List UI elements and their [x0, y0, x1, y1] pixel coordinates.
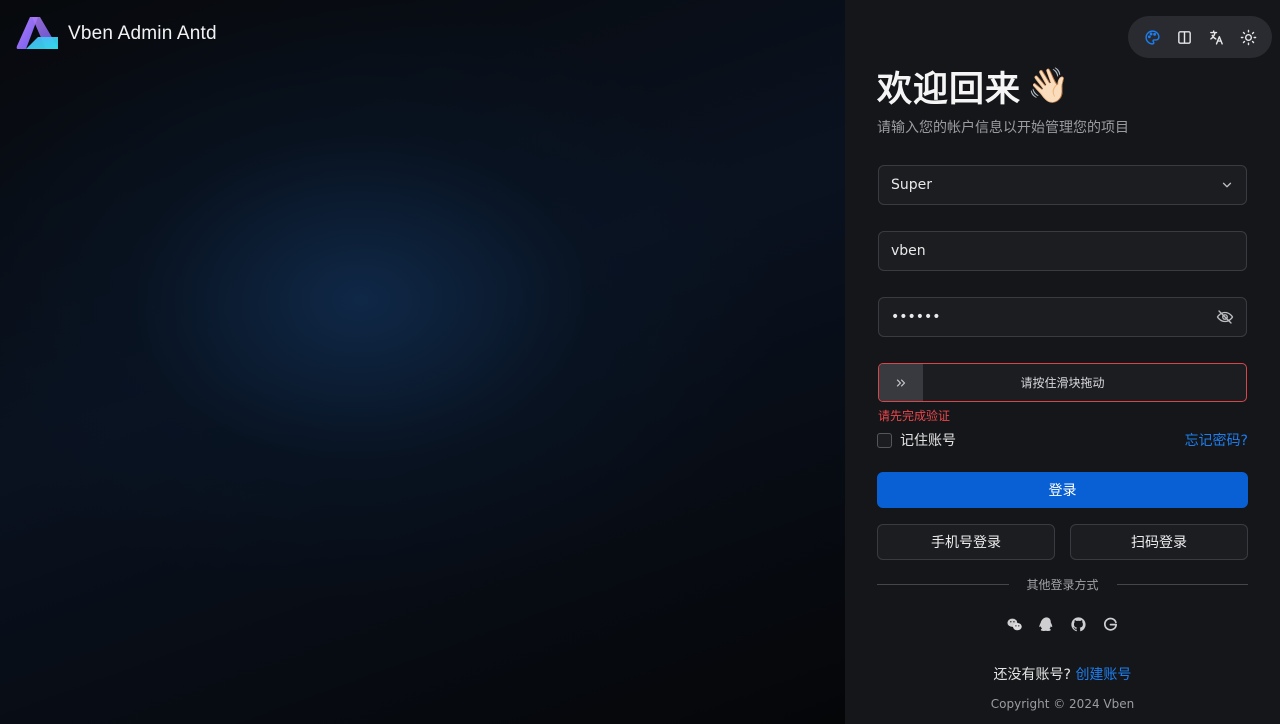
no-account-text: 还没有账号? — [993, 667, 1071, 683]
google-icon — [1104, 617, 1118, 631]
slider-hint: 请按住滑块拖动 — [1020, 376, 1105, 390]
other-methods-divider: 其他登录方式 — [877, 576, 1249, 592]
page-title: 欢迎回来 — [877, 69, 1022, 109]
copyright: Copyright © 2024 Vben — [990, 697, 1135, 711]
qrcode-login-button[interactable]: 扫码登录 — [1070, 524, 1248, 560]
password-input[interactable]: •••••• — [878, 297, 1247, 337]
title-row: 欢迎回来 👋🏻 — [877, 64, 1248, 109]
palette-icon — [1144, 29, 1160, 45]
create-account-link[interactable]: 创建账号 — [1075, 667, 1131, 683]
account-select-value: Super — [891, 177, 933, 193]
username-input[interactable]: vben — [878, 231, 1247, 271]
account-select[interactable]: Super — [878, 165, 1247, 205]
other-methods-label: 其他登录方式 — [1026, 577, 1099, 592]
checkbox-box[interactable] — [877, 432, 892, 448]
remember-checkbox[interactable]: 记住账号 — [877, 430, 956, 450]
password-value: •••••• — [891, 309, 941, 325]
eye-off-icon[interactable] — [1216, 308, 1234, 326]
brand[interactable]: Vben Admin Antd — [16, 16, 217, 52]
page-subtitle: 请输入您的帐户信息以开始管理您的项目 — [877, 120, 1129, 136]
username-value: vben — [891, 243, 926, 259]
qq-login-button[interactable] — [1038, 615, 1056, 633]
social-login-row — [877, 614, 1248, 634]
theme-mode-button[interactable] — [1234, 23, 1262, 51]
double-chevron-right-icon — [896, 379, 906, 386]
google-login-button[interactable] — [1102, 615, 1120, 633]
layout-icon — [1177, 30, 1191, 44]
chevron-down-icon — [1222, 182, 1232, 188]
wechat-icon — [1007, 618, 1022, 630]
captcha-error: 请先完成验证 — [878, 409, 951, 423]
divider-line-right — [1116, 583, 1249, 585]
background-panel: Vben Admin Antd — [0, 0, 845, 724]
slider-handle[interactable] — [879, 364, 923, 401]
divider-line-left — [877, 583, 1009, 585]
theme-color-button[interactable] — [1138, 23, 1166, 51]
layout-toggle-button[interactable] — [1170, 23, 1198, 51]
sun-icon — [1240, 29, 1256, 45]
translate-icon — [1209, 29, 1223, 45]
github-icon — [1071, 616, 1086, 631]
toolbar — [1128, 16, 1272, 58]
wave-emoji-icon: 👋🏻 — [1027, 66, 1070, 106]
login-button[interactable]: 登录 — [877, 472, 1248, 508]
qq-icon — [1039, 616, 1053, 631]
forgot-password-link[interactable]: 忘记密码? — [1185, 430, 1248, 450]
brand-name: Vben Admin Antd — [68, 23, 217, 44]
wechat-login-button[interactable] — [1006, 615, 1024, 633]
github-login-button[interactable] — [1070, 615, 1088, 633]
phone-login-button[interactable]: 手机号登录 — [877, 524, 1055, 560]
remember-row: 记住账号 忘记密码? — [877, 430, 1248, 450]
language-button[interactable] — [1202, 23, 1230, 51]
brand-logo-icon — [16, 17, 58, 49]
slider-captcha[interactable]: 请按住滑块拖动 — [878, 363, 1247, 402]
signup-row: 还没有账号? 创建账号 — [877, 664, 1248, 684]
login-panel: 欢迎回来 👋🏻 请输入您的帐户信息以开始管理您的项目 Super vben ••… — [845, 0, 1280, 724]
remember-label: 记住账号 — [900, 433, 956, 449]
login-form: 欢迎回来 👋🏻 请输入您的帐户信息以开始管理您的项目 Super vben ••… — [877, 64, 1249, 711]
